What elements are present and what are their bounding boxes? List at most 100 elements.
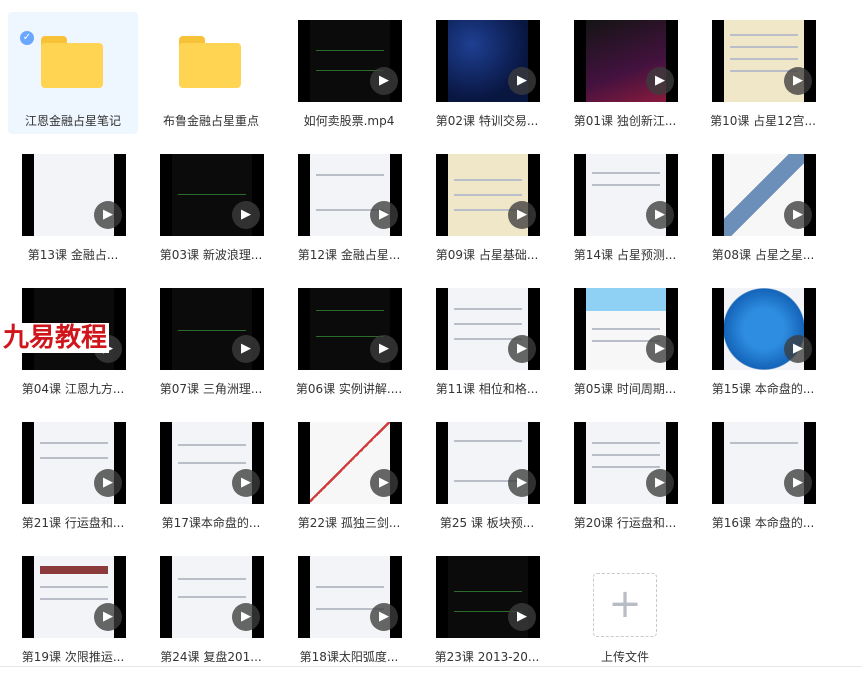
video-thumbnail: ▶: [436, 288, 540, 370]
upload-label: 上传文件: [600, 650, 649, 664]
file-name: 第01课 独创新江...: [573, 114, 677, 128]
video-thumbnail: ▶: [712, 154, 816, 236]
video-tile[interactable]: ▶ 如何卖股票.mp4: [284, 12, 414, 134]
file-name: 第25 课 板块预...: [439, 516, 535, 530]
watermark-text: 九易教程: [1, 323, 110, 353]
video-tile[interactable]: ▶ 第21课 行运盘和...: [8, 414, 138, 536]
file-name: 第15课 本命盘的...: [711, 382, 815, 396]
file-name: 第18课太阳弧度...: [299, 650, 399, 664]
video-thumbnail: ▶: [712, 288, 816, 370]
video-tile[interactable]: ▶ 第11课 相位和格...: [422, 280, 552, 402]
video-tile[interactable]: ▶ 第02课 特训交易...: [422, 12, 552, 134]
file-name: 第03课 新波浪理...: [159, 248, 263, 262]
play-icon[interactable]: ▶: [508, 335, 536, 363]
video-thumbnail: ▶: [712, 422, 816, 504]
play-icon[interactable]: ▶: [370, 67, 398, 95]
play-icon[interactable]: ▶: [370, 469, 398, 497]
file-name: 第17课本命盘的...: [161, 516, 261, 530]
file-name: 第13课 金融占...: [27, 248, 119, 262]
video-tile[interactable]: ▶ 第16课 本命盘的...: [698, 414, 828, 536]
plus-icon[interactable]: +: [593, 573, 657, 637]
file-name: 第14课 占星预测...: [573, 248, 677, 262]
video-thumbnail: ▶: [298, 422, 402, 504]
video-thumbnail: ▶: [298, 20, 402, 102]
video-tile[interactable]: ▶ 第24课 复盘201...: [146, 548, 276, 670]
video-thumbnail: ▶: [160, 154, 264, 236]
video-thumbnail: ▶: [436, 556, 540, 638]
play-icon[interactable]: ▶: [646, 469, 674, 497]
file-name: 如何卖股票.mp4: [303, 114, 395, 128]
play-icon[interactable]: ▶: [232, 603, 260, 631]
video-tile[interactable]: ▶ 第25 课 板块预...: [422, 414, 552, 536]
folder-tile[interactable]: 布鲁金融占星重点: [146, 12, 276, 134]
play-icon[interactable]: ▶: [370, 335, 398, 363]
video-tile[interactable]: ▶ 第09课 占星基础...: [422, 146, 552, 268]
play-icon[interactable]: ▶: [508, 603, 536, 631]
play-icon[interactable]: ▶: [232, 201, 260, 229]
play-icon[interactable]: ▶: [508, 67, 536, 95]
video-tile[interactable]: ▶ 第13课 金融占...: [8, 146, 138, 268]
play-icon[interactable]: ▶: [232, 469, 260, 497]
play-icon[interactable]: ▶: [370, 201, 398, 229]
upload-tile[interactable]: + 上传文件: [560, 548, 690, 670]
file-grid: ✓ 江恩金融占星笔记 布鲁金融占星重点 ▶ 如何卖股票.mp4 ▶ 第02课 特…: [0, 0, 862, 675]
video-tile[interactable]: ▶ 第10课 占星12宫...: [698, 12, 828, 134]
video-thumbnail: ▶: [712, 20, 816, 102]
video-tile[interactable]: ▶ 第06课 实例讲解....: [284, 280, 414, 402]
video-thumbnail: ▶: [574, 20, 678, 102]
play-icon[interactable]: ▶: [784, 335, 812, 363]
play-icon[interactable]: ▶: [784, 201, 812, 229]
play-icon[interactable]: ▶: [784, 67, 812, 95]
file-name: 第20课 行运盘和...: [573, 516, 677, 530]
file-name: 第12课 金融占星...: [297, 248, 401, 262]
video-tile[interactable]: ▶ 第14课 占星预测...: [560, 146, 690, 268]
video-tile[interactable]: ▶ 第07课 三角洲理...: [146, 280, 276, 402]
play-icon[interactable]: ▶: [646, 335, 674, 363]
video-tile[interactable]: ▶ 第03课 新波浪理...: [146, 146, 276, 268]
video-thumbnail: ▶: [574, 422, 678, 504]
file-name: 第16课 本命盘的...: [711, 516, 815, 530]
file-name: 第22课 孤独三剑...: [297, 516, 401, 530]
video-tile[interactable]: ▶ 第19课 次限推运...: [8, 548, 138, 670]
video-tile[interactable]: ▶ 第17课本命盘的...: [146, 414, 276, 536]
file-name: 第05课 时间周期...: [573, 382, 677, 396]
file-name: 第10课 占星12宫...: [710, 114, 816, 128]
video-tile[interactable]: ▶ 第22课 孤独三剑...: [284, 414, 414, 536]
video-tile[interactable]: ▶ 第05课 时间周期...: [560, 280, 690, 402]
check-icon[interactable]: ✓: [20, 31, 34, 45]
video-tile[interactable]: ▶ 第18课太阳弧度...: [284, 548, 414, 670]
divider: [0, 666, 862, 667]
video-thumbnail: ▶: [22, 556, 126, 638]
folder-tile[interactable]: ✓ 江恩金融占星笔记: [8, 12, 138, 134]
video-tile[interactable]: ▶ 第12课 金融占星...: [284, 146, 414, 268]
play-icon[interactable]: ▶: [646, 67, 674, 95]
play-icon[interactable]: ▶: [232, 335, 260, 363]
file-name: 第09课 占星基础...: [435, 248, 539, 262]
file-name: 江恩金融占星笔记: [24, 114, 121, 128]
video-thumbnail: ▶: [160, 422, 264, 504]
file-name: 第11课 相位和格...: [435, 382, 539, 396]
video-tile[interactable]: ▶ 第23课 2013-20...: [422, 548, 552, 670]
play-icon[interactable]: ▶: [508, 201, 536, 229]
file-name: 第23课 2013-20...: [434, 650, 540, 664]
video-thumbnail: ▶: [160, 288, 264, 370]
video-tile[interactable]: ▶ 第15课 本命盘的...: [698, 280, 828, 402]
video-thumbnail: ▶: [436, 20, 540, 102]
play-icon[interactable]: ▶: [94, 603, 122, 631]
video-thumbnail: ▶: [436, 154, 540, 236]
play-icon[interactable]: ▶: [94, 201, 122, 229]
file-name: 第02课 特训交易...: [435, 114, 539, 128]
video-thumbnail: ▶: [160, 556, 264, 638]
video-tile[interactable]: ▶ 九易教程 第04课 江恩九方...: [1, 280, 138, 402]
video-thumbnail: ▶: [298, 288, 402, 370]
play-icon[interactable]: ▶: [646, 201, 674, 229]
video-tile[interactable]: ▶ 第01课 独创新江...: [560, 12, 690, 134]
video-tile[interactable]: ▶ 第08课 占星之星...: [698, 146, 828, 268]
play-icon[interactable]: ▶: [508, 469, 536, 497]
play-icon[interactable]: ▶: [784, 469, 812, 497]
play-icon[interactable]: ▶: [370, 603, 398, 631]
video-tile[interactable]: ▶ 第20课 行运盘和...: [560, 414, 690, 536]
video-thumbnail: ▶: [298, 154, 402, 236]
file-name: 第04课 江恩九方...: [21, 382, 125, 396]
play-icon[interactable]: ▶: [94, 469, 122, 497]
